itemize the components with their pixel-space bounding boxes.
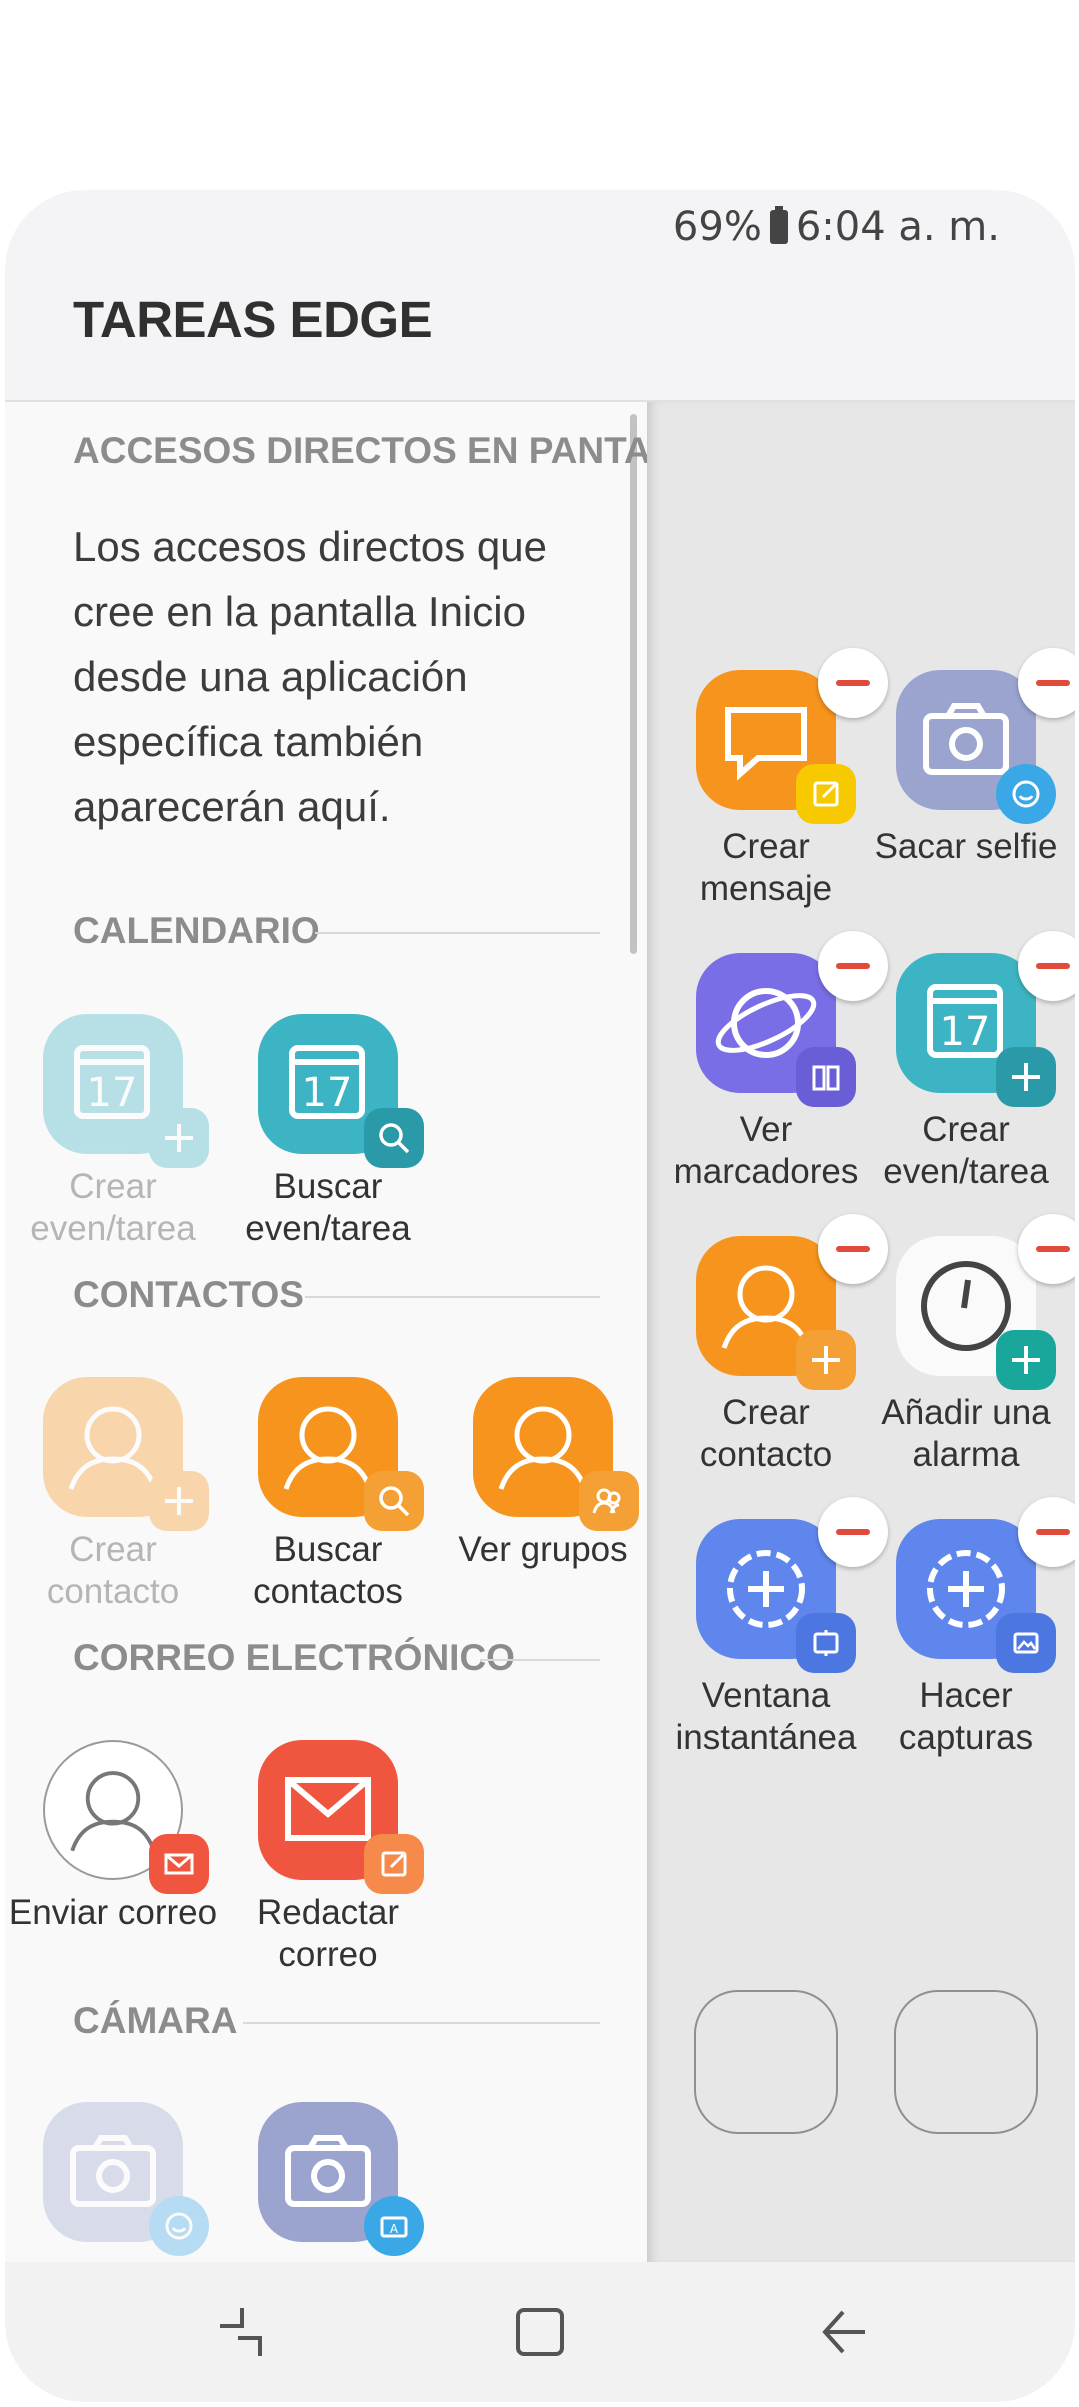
task-label: Redactar correo	[256, 1893, 400, 1974]
minus-icon	[1036, 680, 1070, 686]
plus-icon	[796, 1330, 856, 1390]
edge-task-label: Ver marcadores	[673, 1110, 859, 1191]
smile-icon	[996, 764, 1056, 824]
minus-icon	[1036, 963, 1070, 969]
email-icon	[149, 1834, 209, 1894]
edge-task-label: Sacar selfie	[874, 827, 1058, 866]
edit-icon	[796, 764, 856, 824]
edge-task-label: Crear contacto	[699, 1393, 833, 1474]
task-label: Ver grupos	[458, 1530, 628, 1569]
edge-task-label: Crear mensaje	[699, 827, 833, 908]
task-search-contacts[interactable]: Buscar contactos	[223, 1377, 433, 1613]
edge-task-label: Ventana instantánea	[675, 1676, 857, 1757]
edit-icon	[364, 1834, 424, 1894]
edge-tasks-panel[interactable]: Crear mensaje Sacar selfie Ver marcadore…	[647, 402, 1075, 2262]
edge-task-label: Hacer capturas	[898, 1676, 1034, 1757]
recent-apps-button[interactable]	[210, 2302, 270, 2362]
task-take-selfie[interactable]	[8, 2102, 218, 2256]
search-icon	[364, 1108, 424, 1168]
navigation-bar	[5, 2262, 1075, 2402]
minus-icon	[1036, 1246, 1070, 1252]
task-create-event[interactable]: 17 Crear even/tarea	[8, 1014, 218, 1250]
status-bar: 69% 6:04 a. m.	[5, 190, 1075, 270]
empty-task-slot[interactable]	[894, 1990, 1038, 2134]
clock-time: 6:04 a. m.	[795, 204, 1000, 250]
section-title-contacts: CONTACTOS	[73, 1274, 304, 1315]
task-search-event[interactable]: 17 Buscar even/tarea	[223, 1014, 433, 1250]
minus-icon	[836, 963, 870, 969]
task-label: Crear even/tarea	[30, 1167, 196, 1248]
svg-text:17: 17	[940, 1009, 991, 1055]
plus-icon	[149, 1108, 209, 1168]
empty-task-slot[interactable]	[694, 1990, 838, 2134]
section-divider	[243, 2022, 600, 2024]
edge-task-create-contact[interactable]: Crear contacto	[666, 1214, 888, 1476]
edge-task-create-event[interactable]: 17 Crear even/tarea	[866, 931, 1075, 1193]
edge-task-create-message[interactable]: Crear mensaje	[666, 648, 888, 910]
edge-task-take-screenshot[interactable]: Hacer capturas	[866, 1497, 1075, 1759]
task-label: Buscar contactos	[253, 1530, 403, 1611]
task-label: Crear contacto	[46, 1530, 180, 1611]
plus-icon	[996, 1330, 1056, 1390]
section-divider	[315, 932, 600, 934]
task-create-contact[interactable]: Crear contacto	[8, 1377, 218, 1613]
section-title-shortcuts: ACCESOS DIRECTOS EN PANTAL...	[73, 430, 647, 471]
battery-icon	[769, 206, 788, 244]
battery-percent: 69%	[672, 204, 762, 250]
section-divider	[480, 1659, 600, 1661]
task-view-groups[interactable]: Ver grupos	[438, 1377, 647, 1571]
available-tasks-panel[interactable]: ACCESOS DIRECTOS EN PANTAL... Los acceso…	[5, 402, 647, 2262]
home-icon	[516, 2308, 564, 2356]
task-label: Buscar even/tarea	[245, 1167, 411, 1248]
task-send-email[interactable]: Enviar correo	[8, 1740, 218, 1934]
recents-icon	[220, 2308, 262, 2356]
shortcuts-description: Los accesos directos que cree en la pant…	[73, 523, 547, 830]
header: TAREAS EDGE	[5, 270, 1075, 402]
edge-task-label: Crear even/tarea	[883, 1110, 1049, 1191]
auto-mode-icon: A	[364, 2196, 424, 2256]
bookmark-icon	[796, 1047, 856, 1107]
group-icon	[579, 1471, 639, 1531]
minus-icon	[836, 1246, 870, 1252]
svg-text:17: 17	[302, 1070, 353, 1116]
plus-icon	[996, 1047, 1056, 1107]
back-icon	[822, 2310, 865, 2354]
search-icon	[364, 1471, 424, 1531]
status-info: 69% 6:04 a. m.	[673, 204, 1000, 250]
task-compose-email[interactable]: Redactar correo	[223, 1740, 433, 1976]
scrollbar[interactable]	[630, 414, 637, 954]
edge-task-add-alarm[interactable]: Añadir una alarma	[866, 1214, 1075, 1476]
svg-text:A: A	[390, 2222, 399, 2236]
edge-task-take-selfie[interactable]: Sacar selfie	[866, 648, 1075, 868]
edge-task-popup-window[interactable]: Ventana instantánea	[666, 1497, 888, 1759]
task-camera-mode[interactable]: A	[223, 2102, 433, 2256]
minus-icon	[836, 680, 870, 686]
task-label: Enviar correo	[8, 1893, 218, 1932]
minus-icon	[1036, 1529, 1070, 1535]
device-screen: 69% 6:04 a. m. TAREAS EDGE ACCESOS DIREC…	[5, 190, 1075, 2402]
edge-task-view-bookmarks[interactable]: Ver marcadores	[666, 931, 888, 1193]
edge-task-label: Añadir una alarma	[881, 1393, 1051, 1474]
screenshot-icon	[996, 1613, 1056, 1673]
plus-icon	[149, 1471, 209, 1531]
page-title: TAREAS EDGE	[73, 291, 433, 348]
home-button[interactable]	[510, 2302, 570, 2362]
smile-icon	[149, 2196, 209, 2256]
svg-text:17: 17	[87, 1070, 138, 1116]
back-button[interactable]	[815, 2302, 875, 2362]
minus-icon	[836, 1529, 870, 1535]
section-title-email: CORREO ELECTRÓNICO	[73, 1637, 515, 1678]
section-title-calendar: CALENDARIO	[73, 910, 320, 951]
section-title-camera: CÁMARA	[73, 2000, 238, 2041]
popup-window-icon	[796, 1613, 856, 1673]
section-divider	[305, 1296, 600, 1298]
